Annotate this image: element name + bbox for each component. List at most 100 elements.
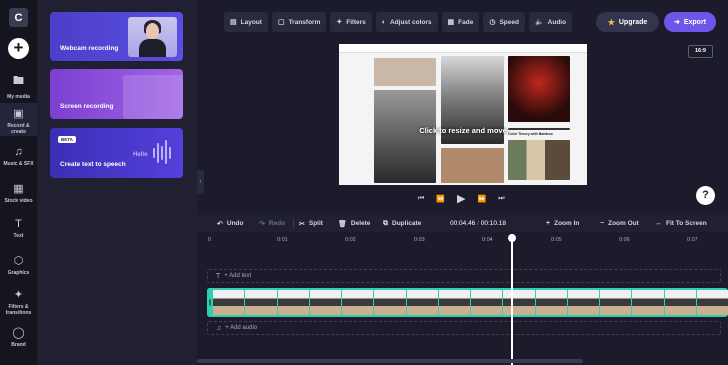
play-icon[interactable]: ▶ bbox=[457, 192, 465, 205]
redo-label: Redo bbox=[268, 220, 286, 227]
trash-icon: 🗑 bbox=[338, 220, 347, 228]
speed-button[interactable]: ◷ Speed bbox=[483, 12, 525, 32]
skip-back-icon[interactable]: ⏮ bbox=[418, 195, 424, 203]
redo-button[interactable]: ↷ Redo bbox=[259, 215, 285, 232]
rail-item-my-media[interactable]: 🖿 My media bbox=[0, 72, 37, 100]
screen-recording-card[interactable]: Screen recording bbox=[50, 69, 183, 119]
fit-icon: ↔ bbox=[655, 220, 662, 227]
playhead[interactable] bbox=[511, 234, 513, 365]
rail-item-brand[interactable]: ◯ Brand bbox=[0, 326, 37, 348]
text-to-speech-card[interactable]: BETA Create text to speech Hello bbox=[50, 128, 183, 178]
redo-icon: ↷ bbox=[259, 220, 265, 228]
total-time: 00:10.18 bbox=[480, 220, 507, 227]
rail-item-graphics[interactable]: ⬡ Graphics bbox=[0, 254, 37, 276]
clip-frame bbox=[406, 290, 438, 315]
filters-button[interactable]: ✦ Filters bbox=[330, 12, 372, 32]
clip-frame bbox=[567, 290, 599, 315]
export-button[interactable]: ➜ Export bbox=[664, 12, 716, 32]
timeline-ruler[interactable]: 0 0:01 0:02 0:03 0:04 0:05 0:06 0:07 bbox=[197, 232, 728, 250]
ruler-tick: 0:05 bbox=[551, 237, 562, 243]
zoom-in-button[interactable]: + Zoom In bbox=[546, 215, 579, 232]
rewind-icon[interactable]: ⏪ bbox=[436, 195, 445, 203]
fit-to-screen-button[interactable]: ↔ Fit To Screen bbox=[655, 215, 707, 232]
add-text-label: + Add text bbox=[224, 273, 252, 279]
camera-icon: ▣ bbox=[13, 108, 24, 120]
ruler-tick: 0 bbox=[208, 237, 212, 243]
video-preview[interactable]: Color Theory with Bamboo Click to resize… bbox=[339, 44, 587, 185]
minus-icon: − bbox=[600, 220, 605, 227]
soundwave-icon: Hello bbox=[133, 140, 171, 164]
audio-icon: 🔈 bbox=[534, 19, 544, 26]
clip-frame bbox=[696, 290, 728, 315]
video-clip[interactable]: ❙ bbox=[207, 288, 728, 317]
rail-item-record-create[interactable]: ▣ Record & create bbox=[0, 103, 37, 136]
fade-icon: ▦ bbox=[447, 19, 455, 26]
card-label: Create text to speech bbox=[60, 161, 126, 168]
clip-frame bbox=[535, 290, 567, 315]
beta-badge: BETA bbox=[58, 136, 76, 143]
clip-frame bbox=[503, 290, 535, 315]
scissors-icon: ✂ bbox=[299, 220, 305, 228]
filters-icon: ✦ bbox=[13, 289, 24, 301]
upgrade-button[interactable]: ★ Upgrade bbox=[596, 12, 659, 32]
film-icon: ▦ bbox=[13, 183, 24, 195]
transform-icon: ▢ bbox=[277, 19, 285, 26]
rail-item-stock-video[interactable]: ▦ Stock video bbox=[0, 182, 37, 204]
clipchamp-logo[interactable]: C bbox=[9, 8, 28, 27]
clip-frame bbox=[632, 290, 664, 315]
record-create-panel: Webcam recording Screen recording BETA C… bbox=[37, 0, 197, 365]
clip-frame bbox=[374, 290, 406, 315]
delete-label: Delete bbox=[350, 220, 371, 227]
webcam-recording-card[interactable]: Webcam recording bbox=[50, 12, 183, 61]
fast-forward-icon[interactable]: ⏩ bbox=[478, 195, 487, 203]
rail-item-text[interactable]: T Text bbox=[0, 218, 37, 239]
transform-button[interactable]: ▢ Transform bbox=[271, 12, 327, 32]
music-icon: ♫ bbox=[14, 146, 23, 158]
duplicate-icon: ⧉ bbox=[383, 219, 388, 227]
collapse-panel-button[interactable]: ‹ bbox=[197, 170, 204, 194]
rail-item-label: Stock video bbox=[4, 198, 33, 204]
clip-frame bbox=[277, 290, 309, 315]
clip-frame bbox=[245, 290, 277, 315]
screen-mock-thumbnail bbox=[123, 75, 183, 119]
resize-hint: Click to resize and move bbox=[419, 126, 507, 135]
add-text-track[interactable]: T + Add text bbox=[207, 269, 721, 283]
clip-thumbnails bbox=[213, 290, 728, 315]
audio-button[interactable]: 🔈 Audio bbox=[528, 12, 573, 32]
export-label: Export bbox=[683, 18, 707, 26]
split-label: Split bbox=[308, 220, 323, 227]
help-button[interactable]: ? bbox=[696, 186, 715, 205]
zoom-out-button[interactable]: − Zoom Out bbox=[600, 215, 639, 232]
playhead-handle[interactable] bbox=[508, 234, 516, 242]
rail-item-filters-transitions[interactable]: ✦ Filters & transitions bbox=[0, 288, 37, 316]
add-audio-label: + Add audio bbox=[225, 325, 258, 331]
fade-button[interactable]: ▦ Fade bbox=[441, 12, 480, 32]
rail-item-label: Record & create bbox=[7, 123, 30, 135]
ruler-tick: 0:07 bbox=[687, 237, 698, 243]
rail-item-label: Filters & transitions bbox=[5, 304, 32, 316]
adjust-colors-button[interactable]: ◐ Adjust colors bbox=[375, 12, 438, 32]
layout-button[interactable]: ▤ Layout bbox=[224, 12, 268, 32]
delete-button[interactable]: 🗑 Delete bbox=[338, 215, 370, 232]
duplicate-button[interactable]: ⧉ Duplicate bbox=[383, 215, 421, 232]
upload-icon: ➜ bbox=[673, 19, 680, 26]
clip-frame bbox=[438, 290, 470, 315]
undo-icon: ↶ bbox=[217, 220, 223, 228]
create-button[interactable]: + bbox=[8, 38, 29, 59]
skip-forward-icon[interactable]: ⏭ bbox=[498, 195, 504, 203]
split-button[interactable]: ✂ Split bbox=[299, 215, 323, 232]
rail-item-music-sfx[interactable]: ♫ Music & SFX bbox=[0, 146, 37, 167]
add-audio-track[interactable]: ♫ + Add audio bbox=[207, 321, 721, 335]
timeline-toolbar: ↶ Undo ↷ Redo ✂ Split 🗑 Delete ⧉ Duplicate 00… bbox=[197, 215, 728, 232]
aspect-ratio-button[interactable]: 16:9 bbox=[688, 45, 713, 58]
fit-label: Fit To Screen bbox=[666, 220, 707, 227]
audio-label: Audio bbox=[547, 18, 567, 26]
timeline-scrollbar[interactable] bbox=[197, 359, 583, 363]
ruler-tick: 0:06 bbox=[619, 237, 630, 243]
shield-icon: ◯ bbox=[12, 327, 25, 339]
color-icon: ◐ bbox=[381, 18, 386, 26]
ruler-tick: 0:02 bbox=[345, 237, 356, 243]
wave-text: Hello bbox=[133, 152, 148, 158]
rail-item-label: Graphics bbox=[7, 270, 30, 276]
undo-button[interactable]: ↶ Undo bbox=[217, 215, 243, 232]
